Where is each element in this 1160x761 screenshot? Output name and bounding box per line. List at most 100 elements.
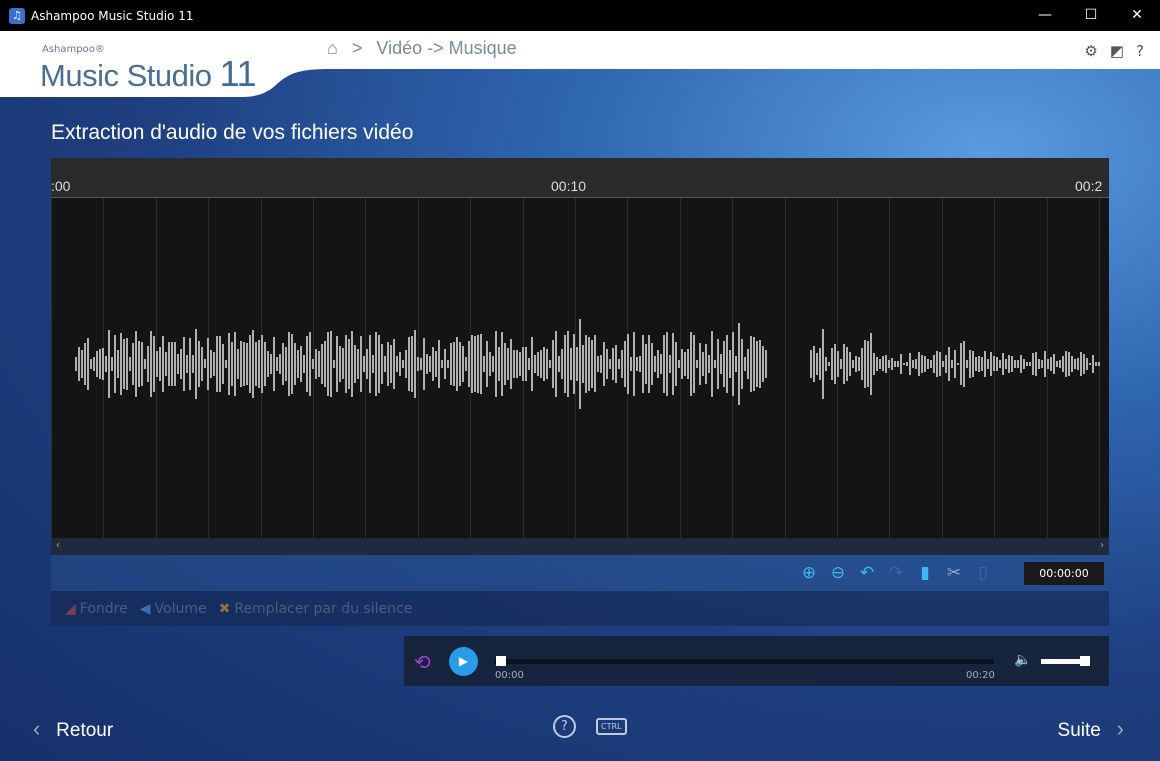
waveform-bar xyxy=(255,342,257,386)
waveform-bar xyxy=(978,355,980,373)
waveform-bar xyxy=(399,351,401,376)
waveform-bar xyxy=(1014,359,1016,369)
waveform-bar xyxy=(663,334,665,394)
waveform-bar xyxy=(78,346,80,382)
waveform-bar xyxy=(873,353,875,375)
seek-bar[interactable] xyxy=(494,659,994,664)
waveform-bar xyxy=(1062,356,1064,372)
waveform-bar xyxy=(477,335,479,393)
waveform-bar xyxy=(168,342,170,386)
waveform-bar xyxy=(585,335,587,393)
waveform-bar xyxy=(681,349,683,379)
waveform-bar xyxy=(756,340,758,388)
waveform-bar xyxy=(333,359,335,369)
waveform-bar xyxy=(441,359,443,369)
waveform-bar xyxy=(642,334,644,394)
waveform-bar xyxy=(624,340,626,388)
waveform-bar xyxy=(615,344,617,384)
breadcrumb-current: Vidéo -> Musique xyxy=(376,38,517,58)
waveform-bar xyxy=(381,344,383,384)
waveform-bar xyxy=(516,350,518,378)
waveform-bar xyxy=(162,335,164,393)
waveform-bar xyxy=(909,352,911,376)
maximize-button[interactable]: ☐ xyxy=(1068,0,1114,31)
waveform-bar xyxy=(753,336,755,392)
waveform-bar xyxy=(555,331,557,397)
waveform-bar xyxy=(486,341,488,387)
volume-button[interactable]: ◀ Volume xyxy=(140,601,207,617)
waveform-bar xyxy=(825,356,827,372)
next-button[interactable]: Suite › xyxy=(1058,716,1124,742)
waveform-bar xyxy=(156,351,158,377)
waveform-bar xyxy=(84,342,86,386)
waveform-bar xyxy=(567,330,569,398)
home-icon[interactable]: ⌂ xyxy=(327,38,338,59)
close-button[interactable]: ✕ xyxy=(1114,0,1160,31)
waveform-bar xyxy=(885,354,887,374)
waveform-bar xyxy=(705,344,707,384)
waveform-bar xyxy=(621,349,623,379)
ctrl-icon[interactable]: CTRL xyxy=(596,718,627,735)
waveform-bar xyxy=(717,339,719,389)
end-time: 00:20 xyxy=(966,670,995,681)
waveform-bar xyxy=(414,330,416,398)
copy-icon[interactable]: ▮ xyxy=(915,563,935,583)
waveform-bar xyxy=(174,341,176,387)
waveform-bar xyxy=(549,359,551,369)
paste-icon[interactable]: ▯ xyxy=(973,563,993,583)
waveform-bar xyxy=(435,350,437,378)
waveform-bar xyxy=(813,346,815,382)
zoom-in-icon[interactable]: ⊕ xyxy=(799,563,819,583)
waveform-bar xyxy=(483,355,485,373)
waveform-bar xyxy=(1059,360,1061,368)
waveform-bar xyxy=(180,348,182,380)
minimize-button[interactable]: — xyxy=(1022,0,1068,31)
waveform-bar xyxy=(420,358,422,370)
waveform-bar xyxy=(738,323,740,405)
waveform-bar xyxy=(846,347,848,381)
waveform-bar xyxy=(387,341,389,387)
grid-line xyxy=(941,198,943,538)
undo-icon[interactable]: ↶ xyxy=(857,563,877,583)
waveform-bar xyxy=(498,346,500,382)
waveform-bar xyxy=(240,341,242,387)
cut-icon[interactable]: ✂ xyxy=(944,563,964,583)
help-icon[interactable]: ? xyxy=(553,715,576,738)
silence-button[interactable]: ✖ Remplacer par du silence xyxy=(219,601,413,617)
skin-icon[interactable]: ◩ xyxy=(1110,42,1124,60)
grid-line xyxy=(51,198,52,538)
waveform-bar xyxy=(1092,354,1094,374)
seek-handle[interactable] xyxy=(496,656,506,666)
waveform-bar xyxy=(489,351,491,377)
volume-handle[interactable] xyxy=(1080,656,1090,666)
waveform-bar xyxy=(75,357,77,371)
waveform-bar xyxy=(459,341,461,387)
waveform-bar xyxy=(867,341,869,387)
play-button[interactable]: ▶ xyxy=(449,647,478,676)
gear-icon[interactable]: ⚙ xyxy=(1084,42,1097,60)
waveform-bar xyxy=(1032,353,1034,375)
horizontal-scrollbar[interactable]: ‹ › xyxy=(51,538,1109,555)
waveform-bar xyxy=(261,335,263,393)
waveform-bar xyxy=(831,348,833,380)
zoom-out-icon[interactable]: ⊖ xyxy=(828,563,848,583)
timeline-ruler[interactable]: :00 00:10 00:2 xyxy=(51,158,1109,198)
waveform-bar xyxy=(396,356,398,372)
waveform-bar xyxy=(966,359,968,369)
help-icon[interactable]: ? xyxy=(1136,42,1144,60)
waveform-bar xyxy=(879,358,881,369)
speaker-icon[interactable]: 🔈 xyxy=(1014,652,1031,668)
waveform-bar xyxy=(471,334,473,394)
waveform-bar xyxy=(291,333,293,395)
time-display: 00:00:00 xyxy=(1024,562,1104,585)
waveform-bar xyxy=(249,334,251,394)
redo-icon[interactable]: ↷ xyxy=(886,563,906,583)
grid-line xyxy=(784,198,786,538)
fade-button[interactable]: ◢ Fondre xyxy=(65,601,128,617)
waveform-bar xyxy=(231,342,233,386)
waveform-bar xyxy=(204,359,206,369)
waveform[interactable] xyxy=(51,198,1109,538)
loop-icon[interactable]: ⟲ xyxy=(414,650,431,674)
back-button[interactable]: ‹ Retour xyxy=(33,716,113,742)
waveform-bar xyxy=(540,350,542,378)
